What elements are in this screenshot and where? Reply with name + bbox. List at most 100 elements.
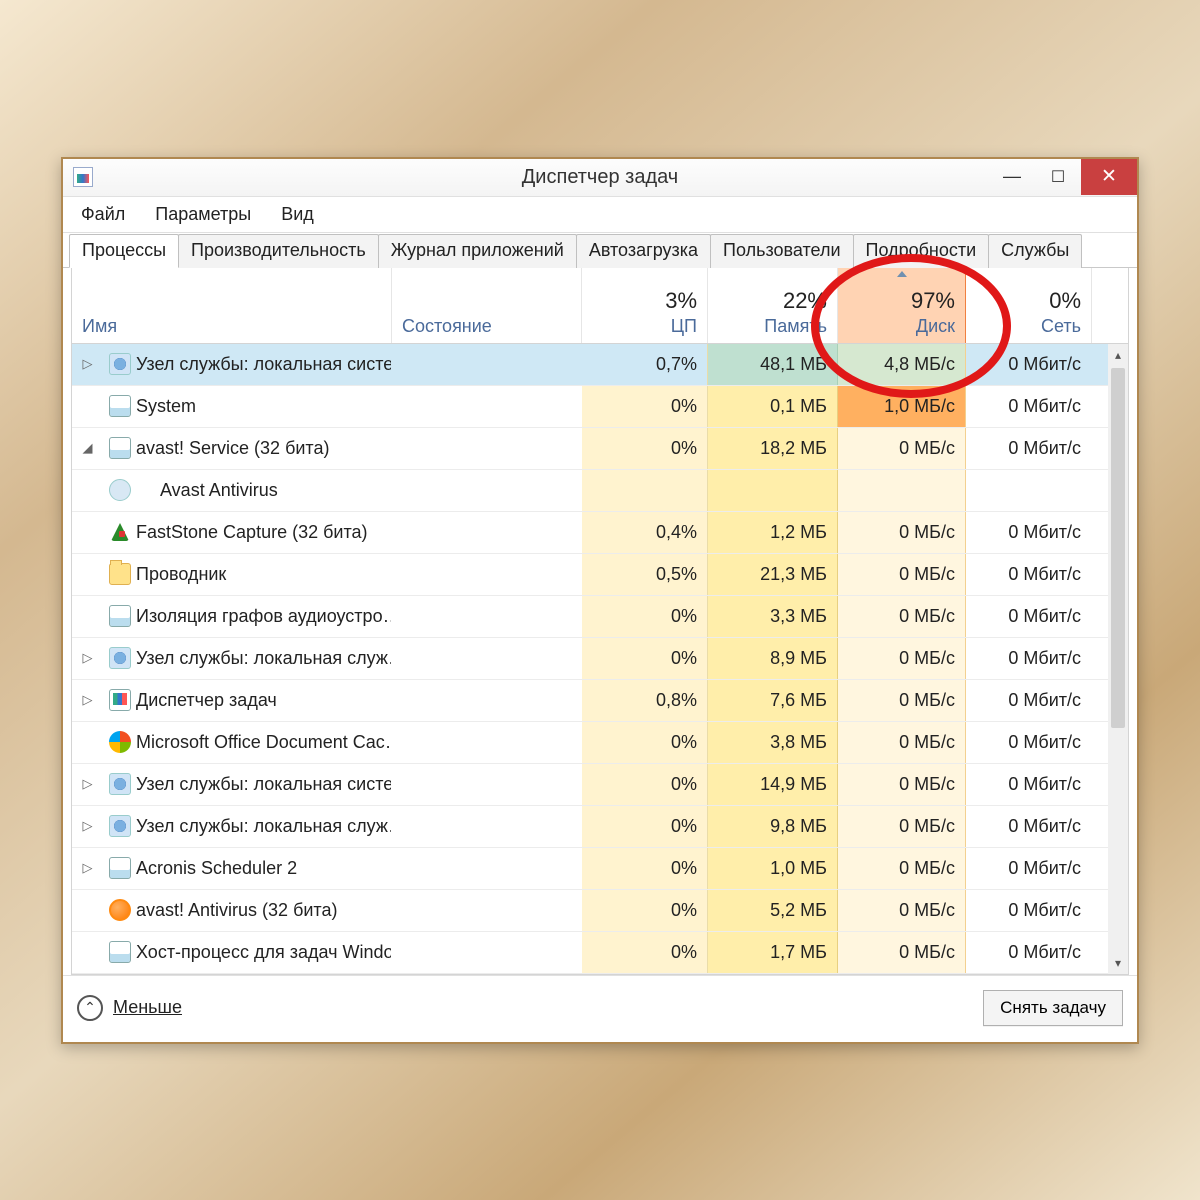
process-icon [104,512,136,553]
menu-options[interactable]: Параметры [149,201,257,228]
cpu-percent: 3% [665,288,697,314]
menu-view[interactable]: Вид [275,201,320,228]
footer: ⌃ Меньше Снять задачу [63,975,1137,1042]
process-cpu: 0% [582,638,708,679]
process-cpu [582,470,708,511]
row-expander[interactable]: ▷ [72,638,104,679]
process-memory: 1,0 МБ [708,848,838,889]
process-state [392,512,582,553]
col-state[interactable]: Состояние [392,268,582,343]
row-expander[interactable]: ▷ [72,680,104,721]
process-disk: 0 МБ/с [838,806,966,847]
row-expander[interactable] [72,890,104,931]
scroll-thumb[interactable] [1111,368,1125,728]
table-row[interactable]: ▷Acronis Scheduler 20%1,0 МБ0 МБ/с0 Мбит… [72,848,1128,890]
memory-label: Память [764,316,827,337]
collapse-icon: ⌃ [77,995,103,1021]
tab-processes[interactable]: Процессы [69,234,179,268]
table-row[interactable]: Хост-процесс для задач Windo…0%1,7 МБ0 М… [72,932,1128,974]
tab-app-history[interactable]: Журнал приложений [378,234,577,268]
table-row[interactable]: ▷Узел службы: локальная систе…0,7%48,1 М… [72,344,1128,386]
table-row[interactable]: FastStone Capture (32 бита)0,4%1,2 МБ0 М… [72,512,1128,554]
process-icon [104,806,136,847]
tab-performance[interactable]: Производительность [178,234,379,268]
process-icon [104,890,136,931]
vertical-scrollbar[interactable]: ▴ ▾ [1108,344,1128,974]
col-memory[interactable]: 22% Память [708,268,838,343]
close-button[interactable]: ✕ [1081,159,1137,195]
process-name: Узел службы: локальная служ… [136,806,392,847]
process-state [392,638,582,679]
col-disk[interactable]: 97% Диск [838,268,966,343]
process-state [392,554,582,595]
scroll-track[interactable] [1108,366,1128,952]
process-cpu: 0,5% [582,554,708,595]
row-expander[interactable]: ▷ [72,344,104,385]
table-row[interactable]: ◢avast! Service (32 бита)0%18,2 МБ0 МБ/с… [72,428,1128,470]
process-network: 0 Мбит/с [966,722,1092,763]
process-network: 0 Мбит/с [966,344,1092,385]
row-expander[interactable] [72,932,104,973]
process-state [392,470,582,511]
table-row[interactable]: ▷Узел службы: локальная систе…0%14,9 МБ0… [72,764,1128,806]
menu-file[interactable]: Файл [75,201,131,228]
tab-details[interactable]: Подробности [853,234,990,268]
process-disk: 0 МБ/с [838,638,966,679]
col-cpu[interactable]: 3% ЦП [582,268,708,343]
table-row[interactable]: System0%0,1 МБ1,0 МБ/с0 Мбит/с [72,386,1128,428]
process-state [392,428,582,469]
row-expander[interactable] [72,386,104,427]
disk-label: Диск [916,316,955,337]
process-name: avast! Antivirus (32 бита) [136,890,392,931]
row-expander[interactable] [72,470,104,511]
table-row[interactable]: ▷Узел службы: локальная служ…0%9,8 МБ0 М… [72,806,1128,848]
table-row[interactable]: Microsoft Office Document Cac…0%3,8 МБ0 … [72,722,1128,764]
row-expander[interactable]: ▷ [72,764,104,805]
process-memory: 1,2 МБ [708,512,838,553]
col-network[interactable]: 0% Сеть [966,268,1092,343]
end-task-button[interactable]: Снять задачу [983,990,1123,1026]
tab-startup[interactable]: Автозагрузка [576,234,711,268]
minimize-button[interactable]: — [989,159,1035,195]
network-label: Сеть [1041,316,1081,337]
row-expander[interactable]: ▷ [72,848,104,889]
process-disk: 0 МБ/с [838,722,966,763]
process-disk: 0 МБ/с [838,428,966,469]
process-memory: 3,3 МБ [708,596,838,637]
row-expander[interactable] [72,596,104,637]
row-expander[interactable] [72,554,104,595]
process-network: 0 Мбит/с [966,764,1092,805]
table-row[interactable]: Проводник0,5%21,3 МБ0 МБ/с0 Мбит/с [72,554,1128,596]
memory-percent: 22% [783,288,827,314]
process-name: Проводник [136,554,392,595]
row-expander[interactable]: ▷ [72,806,104,847]
fewer-details[interactable]: ⌃ Меньше [77,995,182,1021]
col-name[interactable]: Имя [72,268,392,343]
process-memory [708,470,838,511]
row-expander[interactable]: ◢ [72,428,104,469]
tab-users[interactable]: Пользователи [710,234,853,268]
table-row[interactable]: ▷Диспетчер задач0,8%7,6 МБ0 МБ/с0 Мбит/с [72,680,1128,722]
process-state [392,890,582,931]
maximize-button[interactable]: ☐ [1035,159,1081,195]
process-state [392,806,582,847]
process-cpu: 0% [582,722,708,763]
titlebar[interactable]: Диспетчер задач — ☐ ✕ [63,159,1137,197]
process-icon [104,470,136,511]
scroll-up-button[interactable]: ▴ [1108,344,1128,366]
tab-services[interactable]: Службы [988,234,1082,268]
process-disk: 0 МБ/с [838,890,966,931]
table-row[interactable]: Изоляция графов аудиоустро…0%3,3 МБ0 МБ/… [72,596,1128,638]
scroll-down-button[interactable]: ▾ [1108,952,1128,974]
content-area: Имя Состояние 3% ЦП 22% Память 97% Диск … [63,268,1137,975]
network-percent: 0% [1049,288,1081,314]
sort-indicator-icon [897,271,907,277]
table-row[interactable]: ▷Узел службы: локальная служ…0%8,9 МБ0 М… [72,638,1128,680]
row-expander[interactable] [72,722,104,763]
row-expander[interactable] [72,512,104,553]
process-memory: 8,9 МБ [708,638,838,679]
process-icon [104,638,136,679]
table-row[interactable]: avast! Antivirus (32 бита)0%5,2 МБ0 МБ/с… [72,890,1128,932]
process-name: Изоляция графов аудиоустро… [136,596,392,637]
table-row[interactable]: Avast Antivirus [72,470,1128,512]
